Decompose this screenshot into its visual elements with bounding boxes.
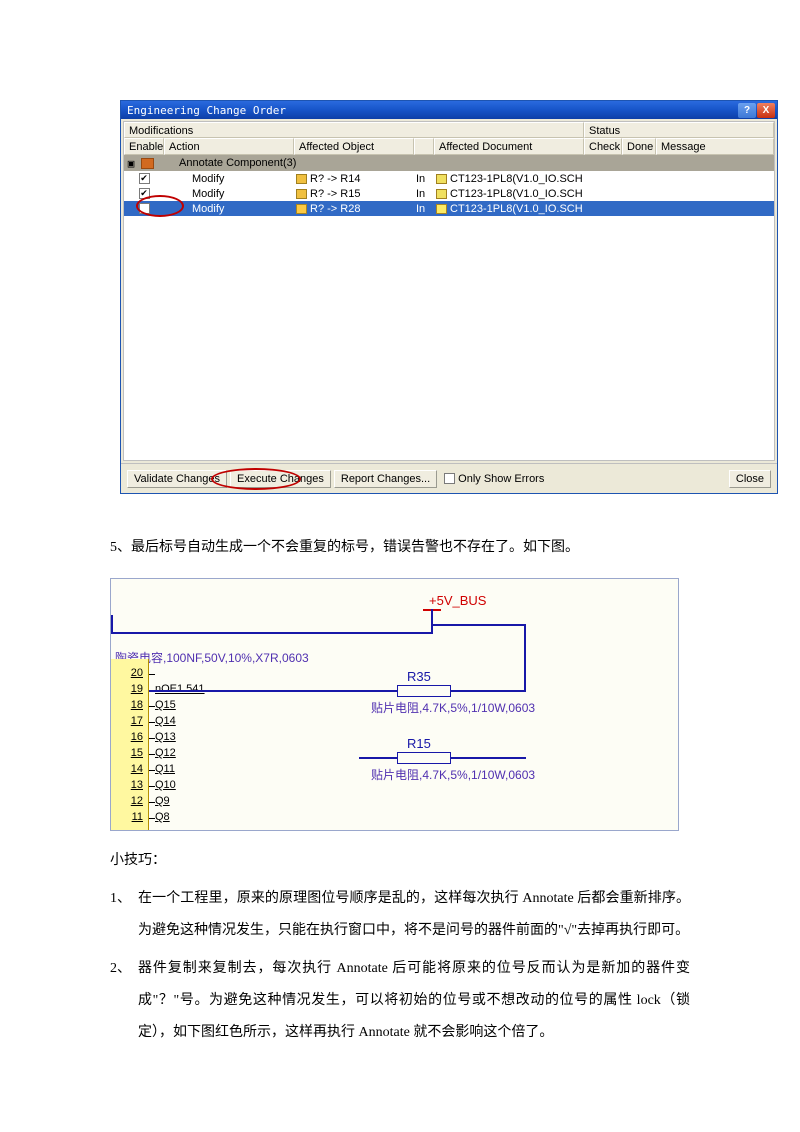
col-affected-document[interactable]: Affected Document [434, 138, 584, 155]
close-button[interactable]: Close [729, 470, 771, 488]
window-title: Engineering Change Order [127, 104, 737, 117]
group-label: Annotate Component(3) [179, 157, 296, 169]
document-icon [436, 189, 447, 199]
affected-object: R? -> R14 [310, 173, 360, 185]
pin-number: 19 [121, 683, 143, 695]
list-number: 2、 [110, 953, 138, 1049]
affected-document: CT123-1PL8(V1.0_IO.SCH [450, 188, 583, 200]
group-row[interactable]: ▣ Annotate Component(3) [124, 155, 774, 171]
affected-document: CT123-1PL8(V1.0_IO.SCH [450, 203, 583, 215]
object-icon [296, 189, 307, 199]
affected-object: R? -> R28 [310, 203, 360, 215]
resistor-r15 [397, 752, 451, 764]
in-cell: In [414, 203, 434, 215]
pin-number: 18 [121, 699, 143, 711]
pin-name: Q9 [155, 795, 170, 807]
pin-name: Q15 [155, 699, 176, 711]
action-cell: Modify [164, 203, 294, 215]
eco-rows: ▣ Annotate Component(3) ✔ Modify R? -> R… [124, 155, 774, 460]
action-cell: Modify [164, 173, 294, 185]
action-cell: Modify [164, 188, 294, 200]
table-row[interactable]: ✔ Modify R? -> R15 In CT123-1PL8(V1.0_IO… [124, 186, 774, 201]
checkbox[interactable]: ✔ [139, 173, 150, 184]
report-button[interactable]: Report Changes... [334, 470, 437, 488]
execute-button[interactable]: Execute Changes [230, 470, 331, 488]
pin-number: 16 [121, 731, 143, 743]
object-icon [296, 204, 307, 214]
affected-document: CT123-1PL8(V1.0_IO.SCH [450, 173, 583, 185]
super-header-row: Modifications Status [124, 122, 774, 138]
pin-number: 12 [121, 795, 143, 807]
col-in [414, 138, 434, 155]
r35-designator: R35 [407, 669, 431, 684]
checkbox[interactable]: ✔ [139, 188, 150, 199]
col-message[interactable]: Message [656, 138, 774, 155]
object-icon [296, 174, 307, 184]
header-status: Status [584, 122, 774, 138]
pin-number: 14 [121, 763, 143, 775]
only-errors-label: Only Show Errors [458, 473, 544, 485]
affected-object: R? -> R15 [310, 188, 360, 200]
close-icon[interactable]: X [757, 103, 775, 118]
col-enable[interactable]: Enable [124, 138, 164, 155]
pin-number: 17 [121, 715, 143, 727]
col-action[interactable]: Action [164, 138, 294, 155]
r15-value: 贴片电阻,4.7K,5%,1/10W,0603 [371, 766, 535, 783]
col-done[interactable]: Done [622, 138, 656, 155]
paragraph-5: 5、最后标号自动生成一个不会重复的标号，错误告警也不存在了。如下图。 [110, 534, 690, 562]
document-icon [436, 174, 447, 184]
tips-title: 小技巧： [110, 845, 690, 877]
pin-name: nOE1 541 [155, 683, 205, 695]
list-number: 1、 [110, 883, 138, 947]
header-modifications: Modifications [124, 122, 584, 138]
document-icon [436, 204, 447, 214]
pin-number: 13 [121, 779, 143, 791]
tips-section: 小技巧： 1、在一个工程里，原来的原理图位号顺序是乱的，这样每次执行 Annot… [110, 845, 690, 1049]
pin-name: Q11 [155, 763, 175, 775]
col-affected-object[interactable]: Affected Object [294, 138, 414, 155]
resistor-r35 [397, 685, 451, 697]
checkbox[interactable] [139, 203, 150, 214]
eco-window: Engineering Change Order ? X Modificatio… [120, 100, 778, 494]
pin-name: Q10 [155, 779, 176, 791]
tip-text: 器件复制来复制去，每次执行 Annotate 后可能将原来的位号反而认为是新加的… [138, 953, 690, 1049]
r15-designator: R15 [407, 736, 431, 751]
collapse-icon[interactable]: ▣ [124, 157, 138, 170]
only-errors-checkbox[interactable] [444, 473, 455, 484]
pin-name: Q13 [155, 731, 176, 743]
folder-icon [141, 158, 154, 169]
pin-number: 11 [121, 811, 143, 823]
eco-body: Modifications Status Enable Action Affec… [123, 121, 775, 461]
table-row[interactable]: ✔ Modify R? -> R14 In CT123-1PL8(V1.0_IO… [124, 171, 774, 186]
tip-text: 在一个工程里，原来的原理图位号顺序是乱的，这样每次执行 Annotate 后都会… [138, 883, 690, 947]
titlebar[interactable]: Engineering Change Order ? X [121, 101, 777, 119]
in-cell: In [414, 188, 434, 200]
validate-button[interactable]: Validate Changes [127, 470, 227, 488]
help-icon[interactable]: ? [738, 103, 756, 118]
pin-name: Q8 [155, 811, 170, 823]
in-cell: In [414, 173, 434, 185]
col-check[interactable]: Check [584, 138, 622, 155]
schematic-image: +5V_BUS 陶瓷电容,100NF,50V,10%,X7R,0603 2019… [110, 578, 679, 831]
dialog-footer: Validate Changes Execute Changes Report … [121, 463, 777, 493]
pin-number: 15 [121, 747, 143, 759]
pin-name: Q14 [155, 715, 176, 727]
header-row: Enable Action Affected Object Affected D… [124, 138, 774, 155]
table-row[interactable]: Modify R? -> R28 In CT123-1PL8(V1.0_IO.S… [124, 201, 774, 216]
r35-value: 贴片电阻,4.7K,5%,1/10W,0603 [371, 699, 535, 716]
net-label: +5V_BUS [429, 593, 486, 608]
pin-number: 20 [121, 667, 143, 679]
pin-name: Q12 [155, 747, 176, 759]
